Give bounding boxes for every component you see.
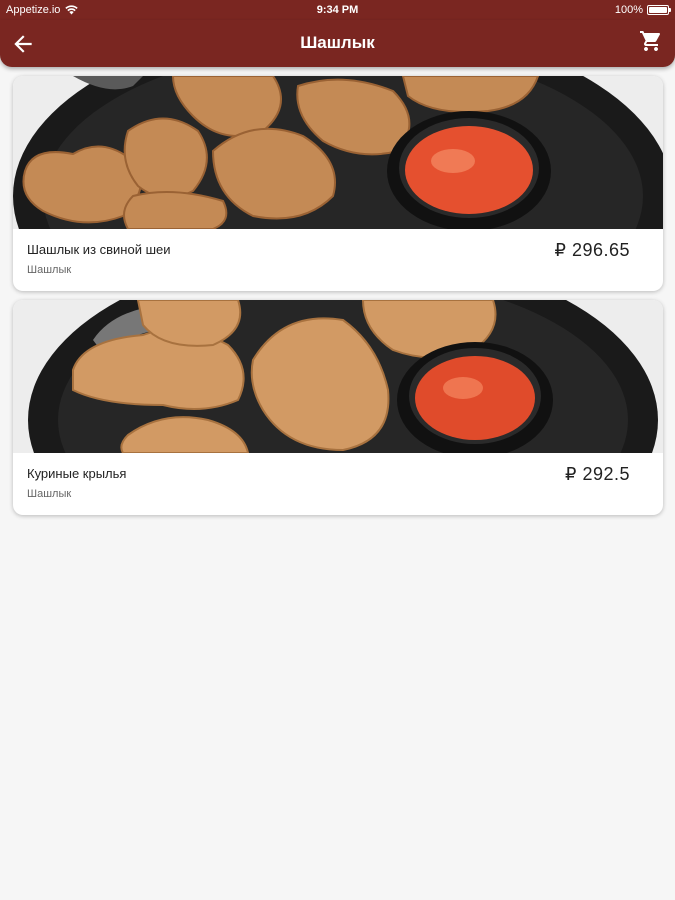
page-title: Шашлык bbox=[300, 33, 375, 52]
app-bar: Шашлык bbox=[0, 20, 675, 67]
product-list: Шашлык из свиной шеи Шашлык ₽ 296.65 Кур… bbox=[13, 76, 663, 524]
status-bar-right: 100% bbox=[614, 4, 671, 16]
cart-button[interactable] bbox=[639, 29, 665, 55]
product-card[interactable]: Шашлык из свиной шеи Шашлык ₽ 296.65 bbox=[13, 76, 663, 291]
battery-icon bbox=[647, 5, 671, 15]
product-category: Шашлык bbox=[27, 488, 72, 500]
battery-percent: 100% bbox=[614, 4, 643, 16]
status-time: 9:34 PM bbox=[316, 4, 359, 16]
product-name: Шашлык из свиной шеи bbox=[27, 242, 171, 257]
status-bar: Appetize.io 9:34 PM 100% bbox=[0, 0, 675, 20]
shopping-cart-icon bbox=[640, 31, 661, 51]
product-image bbox=[13, 300, 663, 453]
product-price: ₽ 292.5 bbox=[565, 464, 630, 484]
product-card[interactable]: Куриные крылья Шашлык ₽ 292.5 bbox=[13, 300, 663, 515]
product-category: Шашлык bbox=[27, 264, 72, 276]
product-price: ₽ 296.65 bbox=[554, 240, 630, 260]
battery-fill bbox=[649, 7, 667, 13]
product-name: Куриные крылья bbox=[27, 466, 127, 481]
product-image bbox=[13, 76, 663, 229]
